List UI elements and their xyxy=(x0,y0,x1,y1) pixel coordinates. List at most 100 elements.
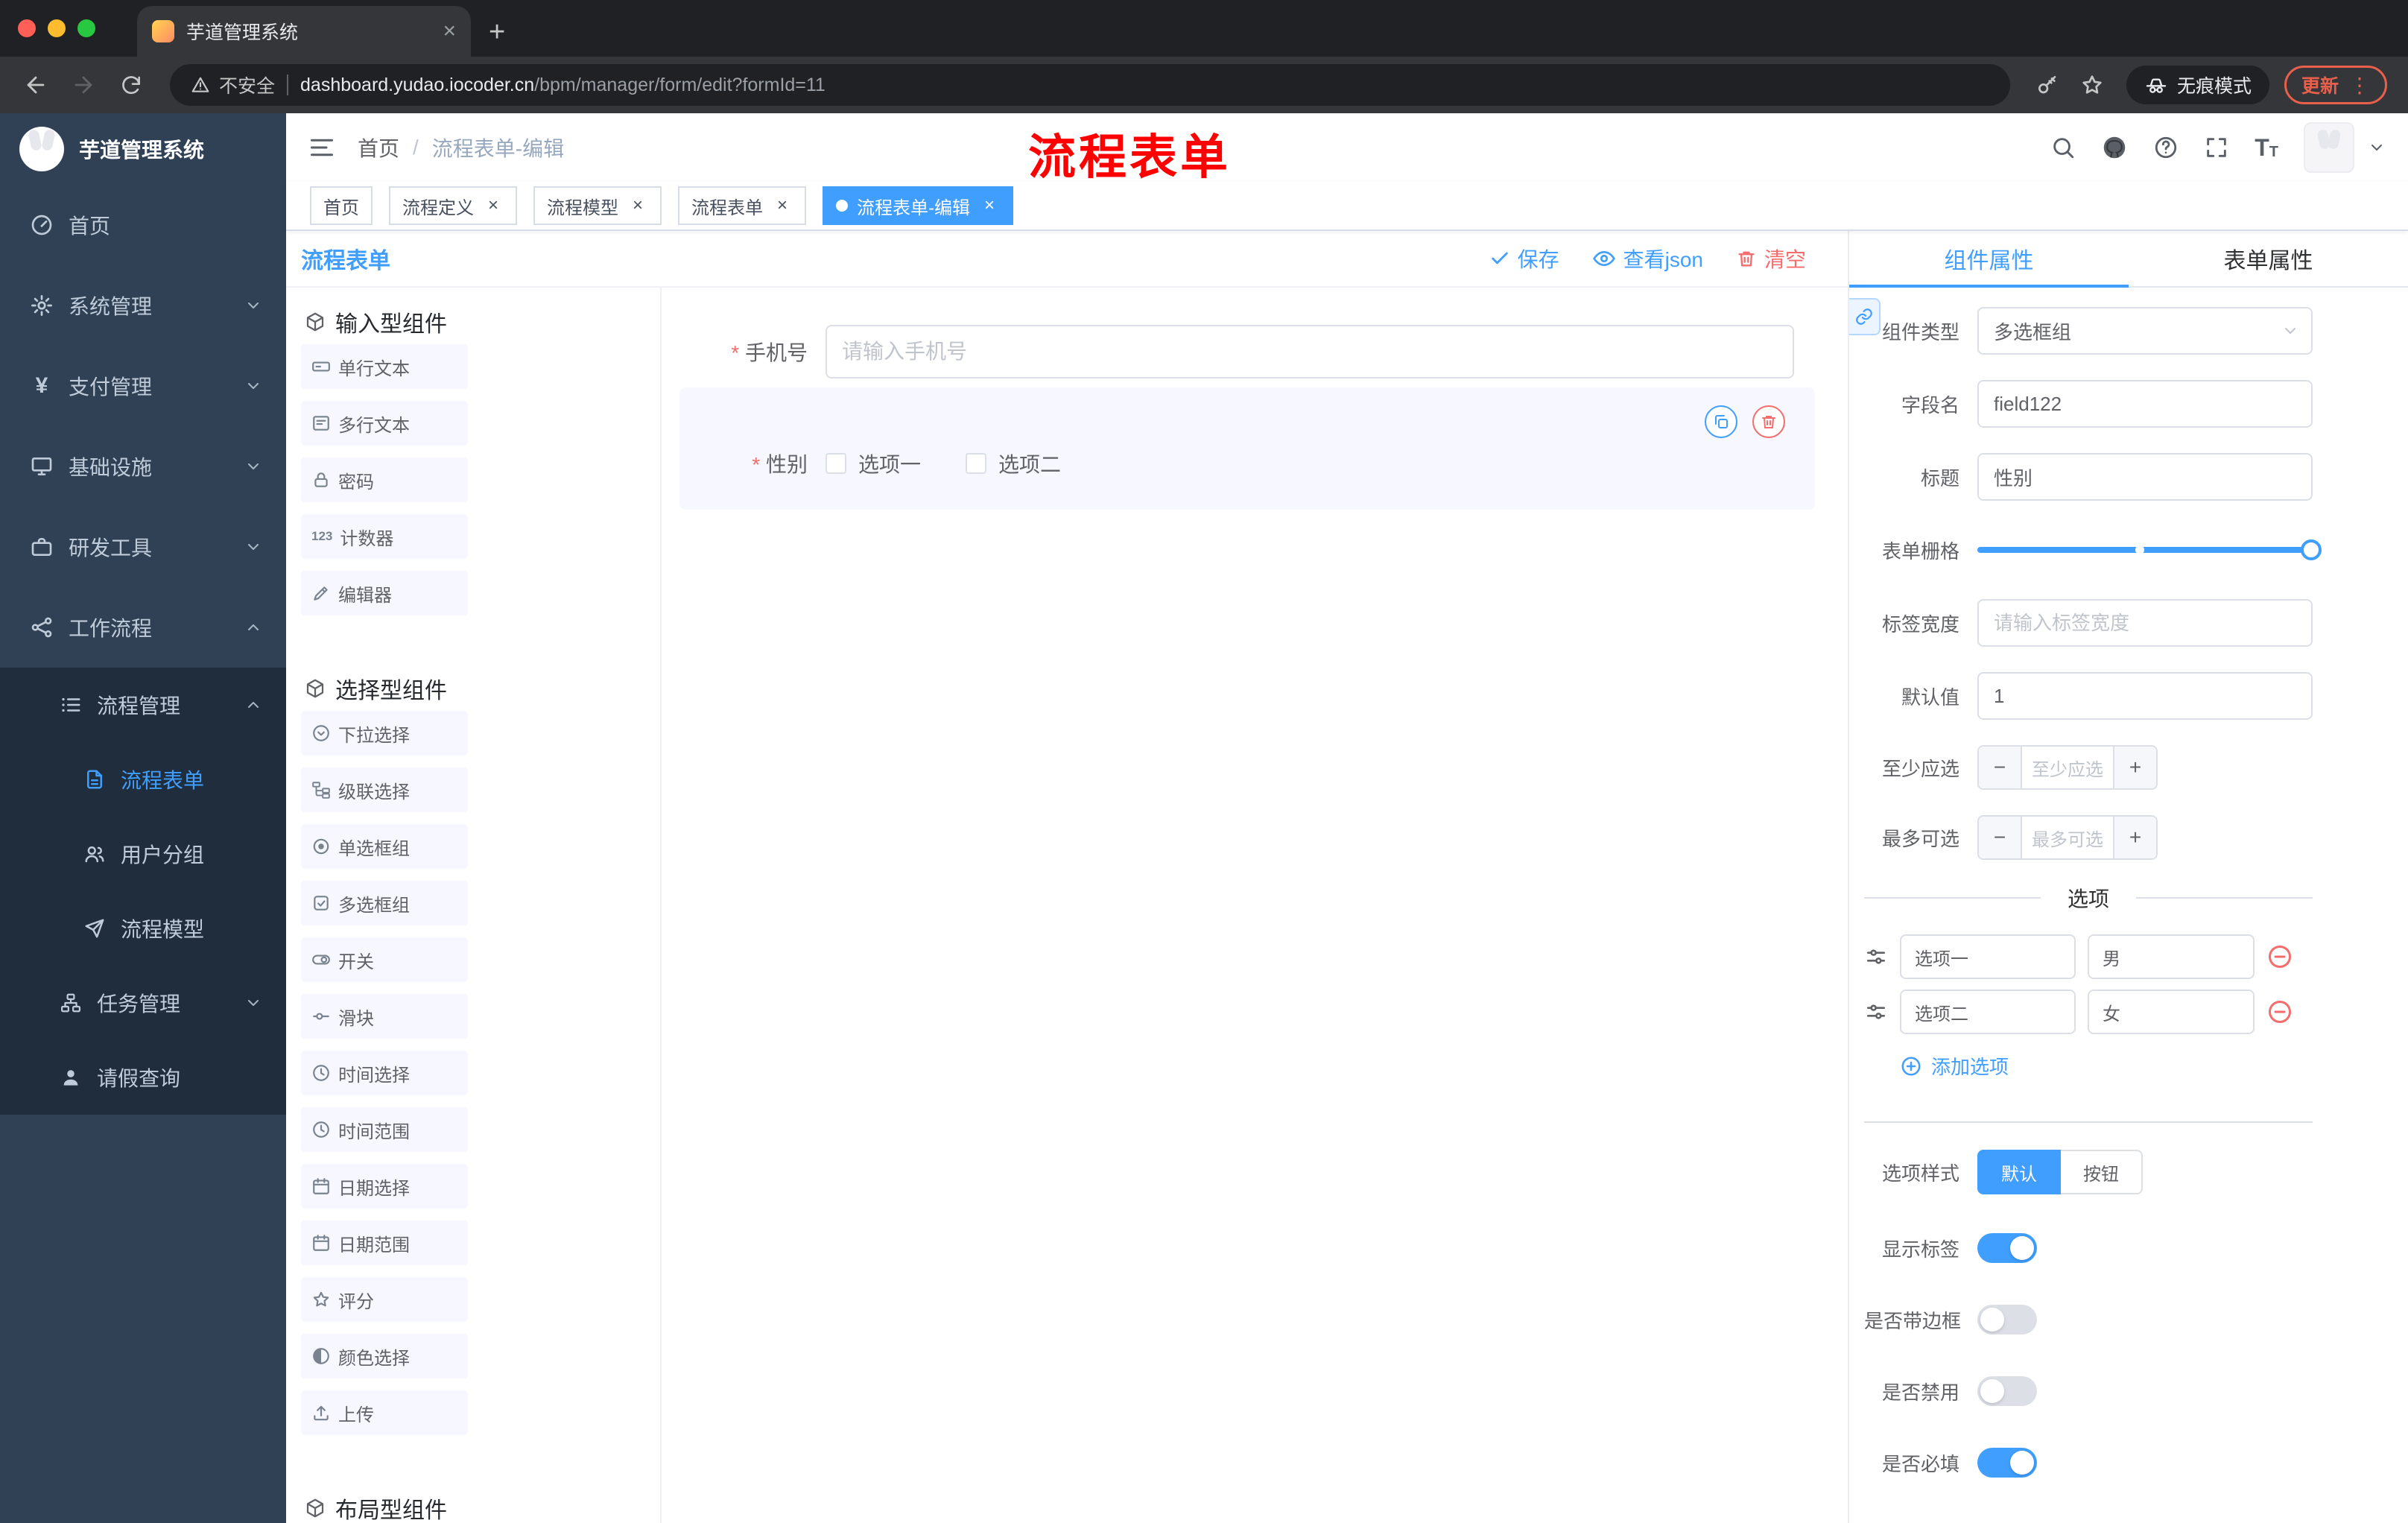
required-toggle[interactable] xyxy=(1977,1448,2037,1478)
grid-slider[interactable] xyxy=(1977,526,2322,574)
palette-item-editor[interactable]: 编辑器 xyxy=(301,571,468,615)
palette-item-multi-text[interactable]: 多行文本 xyxy=(301,401,468,446)
canvas-field-gender-selected[interactable]: 性别 选项一 选项二 xyxy=(679,387,1815,510)
palette-item-color-picker[interactable]: 颜色选择 xyxy=(301,1334,468,1378)
palette-item-switch[interactable]: 开关 xyxy=(301,937,468,982)
app-logo[interactable]: 芋道管理系统 xyxy=(0,113,286,185)
label-width-input[interactable] xyxy=(1977,599,2313,647)
help-icon[interactable] xyxy=(2153,135,2179,160)
style-button-button[interactable]: 按钮 xyxy=(2061,1150,2143,1194)
window-close-button[interactable] xyxy=(18,19,36,37)
link-anchor-icon[interactable] xyxy=(1849,298,1881,335)
option-drag-icon[interactable] xyxy=(1864,945,1888,969)
gender-option-1-checkbox[interactable]: 选项一 xyxy=(826,449,921,478)
forward-icon[interactable] xyxy=(63,64,104,106)
option-2-value-input[interactable] xyxy=(2088,990,2255,1034)
avatar-caret-icon[interactable] xyxy=(2368,139,2386,156)
option-1-value-input[interactable] xyxy=(2088,934,2255,979)
remove-option-icon[interactable] xyxy=(2266,998,2293,1025)
palette-item-checkbox-group[interactable]: 多选框组 xyxy=(301,881,468,925)
sidebar-item-system[interactable]: 系统管理 xyxy=(0,265,286,346)
show-label-toggle[interactable] xyxy=(1977,1233,2037,1263)
palette-item-time-picker[interactable]: 时间选择 xyxy=(301,1051,468,1095)
tag-close-icon[interactable]: × xyxy=(772,195,793,216)
bookmark-star-icon[interactable] xyxy=(2073,66,2111,104)
breadcrumb-home[interactable]: 首页 xyxy=(358,133,399,162)
canvas-field-phone[interactable]: 手机号 xyxy=(679,325,1815,379)
window-minimize-button[interactable] xyxy=(48,19,66,37)
slider-handle[interactable] xyxy=(2301,539,2322,560)
save-button[interactable]: 保存 xyxy=(1489,244,1559,273)
search-icon[interactable] xyxy=(2050,135,2076,160)
palette-item-select[interactable]: 下拉选择 xyxy=(301,711,468,756)
palette-item-password[interactable]: 密码 xyxy=(301,457,468,502)
tag-process-model[interactable]: 流程模型 × xyxy=(533,186,662,225)
sidebar-item-process-manage[interactable]: 流程管理 xyxy=(0,668,286,742)
github-icon[interactable] xyxy=(2101,134,2128,161)
window-zoom-button[interactable] xyxy=(77,19,95,37)
style-default-button[interactable]: 默认 xyxy=(1977,1150,2061,1194)
reload-icon[interactable] xyxy=(110,64,152,106)
stepper-increase-button[interactable]: + xyxy=(2113,817,2156,858)
palette-item-date-range[interactable]: 日期范围 xyxy=(301,1220,468,1265)
tag-process-form-edit[interactable]: 流程表单-编辑 × xyxy=(823,186,1013,225)
max-select-value[interactable]: 最多可选 xyxy=(2022,817,2113,858)
sidebar-item-process-model[interactable]: 流程模型 xyxy=(0,891,286,966)
component-type-select[interactable] xyxy=(1977,307,2313,355)
font-size-icon[interactable]: TT xyxy=(2255,136,2278,159)
title-input[interactable] xyxy=(1977,453,2313,501)
palette-item-counter[interactable]: 123 计数器 xyxy=(301,514,468,559)
palette-item-upload[interactable]: 上传 xyxy=(301,1390,468,1435)
disabled-toggle[interactable] xyxy=(1977,1376,2037,1406)
palette-item-radio-group[interactable]: 单选框组 xyxy=(301,824,468,869)
palette-item-cascader[interactable]: 级联选择 xyxy=(301,767,468,812)
add-option-button[interactable]: 添加选项 xyxy=(1900,1052,2313,1080)
min-select-value[interactable]: 至少应选 xyxy=(2022,747,2113,788)
stepper-decrease-button[interactable]: − xyxy=(1979,747,2022,788)
default-value-input[interactable] xyxy=(1977,672,2313,720)
browser-menu-icon[interactable]: ⋮ xyxy=(2349,73,2370,98)
stepper-decrease-button[interactable]: − xyxy=(1979,817,2022,858)
password-key-icon[interactable] xyxy=(2028,66,2067,104)
clear-button[interactable]: 清空 xyxy=(1736,244,1806,273)
tag-close-icon[interactable]: × xyxy=(979,195,1000,216)
avatar[interactable] xyxy=(2304,122,2354,173)
with-border-toggle[interactable] xyxy=(1977,1305,2037,1334)
browser-update-button[interactable]: 更新 ⋮ xyxy=(2284,66,2387,104)
browser-tab[interactable]: 芋道管理系统 × xyxy=(137,6,471,57)
phone-input[interactable] xyxy=(826,325,1794,379)
tag-home[interactable]: 首页 xyxy=(310,186,373,225)
option-2-label-input[interactable] xyxy=(1900,990,2076,1034)
fullscreen-icon[interactable] xyxy=(2204,135,2229,160)
field-name-input[interactable] xyxy=(1977,380,2313,428)
sidebar-item-workflow[interactable]: 工作流程 xyxy=(0,587,286,668)
remove-option-icon[interactable] xyxy=(2266,943,2293,970)
sidebar-item-leave-query[interactable]: 请假查询 xyxy=(0,1040,286,1115)
view-json-button[interactable]: 查看json xyxy=(1592,244,1703,273)
tag-process-definition[interactable]: 流程定义 × xyxy=(389,186,517,225)
address-bar[interactable]: 不安全 dashboard.yudao.iocoder.cn /bpm/mana… xyxy=(170,64,2010,106)
hamburger-icon[interactable] xyxy=(308,134,335,161)
tab-component-props[interactable]: 组件属性 xyxy=(1849,231,2129,288)
sidebar-item-infrastructure[interactable]: 基础设施 xyxy=(0,426,286,507)
option-drag-icon[interactable] xyxy=(1864,1000,1888,1024)
back-icon[interactable] xyxy=(15,64,57,106)
palette-item-date-picker[interactable]: 日期选择 xyxy=(301,1164,468,1209)
tag-close-icon[interactable]: × xyxy=(483,195,504,216)
sidebar-item-home[interactable]: 首页 xyxy=(0,185,286,265)
copy-field-icon[interactable] xyxy=(1705,405,1737,438)
not-secure-badge[interactable]: 不安全 xyxy=(191,72,275,98)
palette-item-single-text[interactable]: 单行文本 xyxy=(301,344,468,389)
tab-close-icon[interactable]: × xyxy=(443,20,456,42)
sidebar-item-payment[interactable]: ¥ 支付管理 xyxy=(0,346,286,426)
new-tab-button[interactable]: + xyxy=(471,18,505,57)
palette-item-rate[interactable]: 评分 xyxy=(301,1277,468,1322)
tag-close-icon[interactable]: × xyxy=(627,195,648,216)
palette-item-time-range[interactable]: 时间范围 xyxy=(301,1107,468,1152)
gender-option-2-checkbox[interactable]: 选项二 xyxy=(966,449,1061,478)
sidebar-item-task-manage[interactable]: 任务管理 xyxy=(0,966,286,1040)
option-1-label-input[interactable] xyxy=(1900,934,2076,979)
sidebar-item-process-form[interactable]: 流程表单 xyxy=(0,742,286,817)
palette-item-slider[interactable]: 滑块 xyxy=(301,994,468,1039)
sidebar-item-devtools[interactable]: 研发工具 xyxy=(0,507,286,587)
